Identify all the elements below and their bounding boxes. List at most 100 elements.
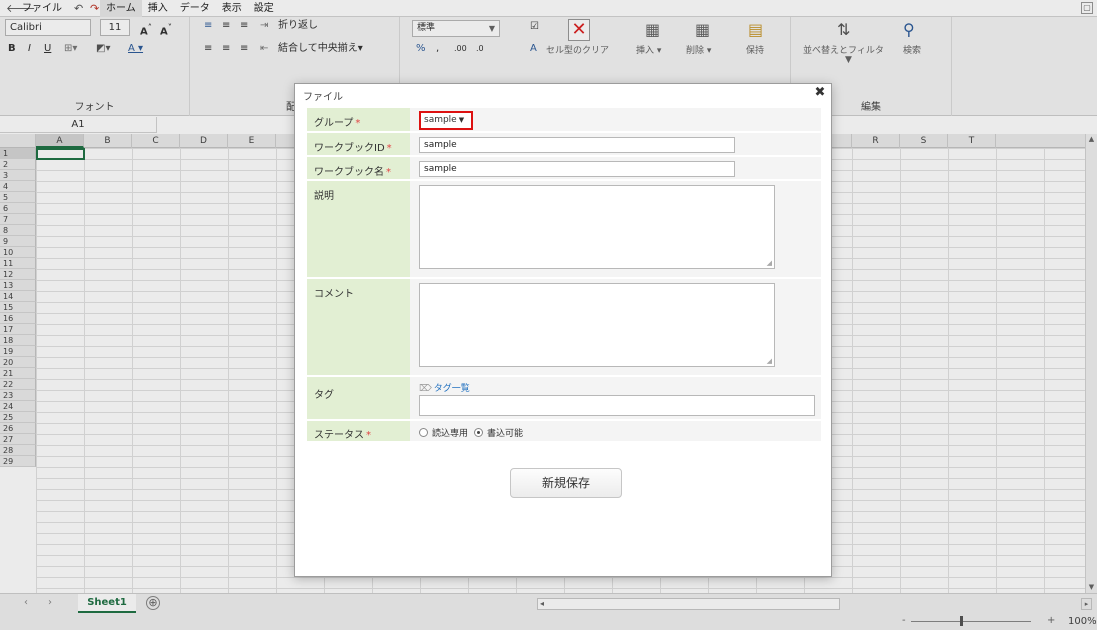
decrease-font-icon[interactable]: A˅ bbox=[160, 20, 172, 39]
tag-input[interactable] bbox=[419, 395, 815, 416]
group-select[interactable]: sample ▼ bbox=[419, 111, 473, 130]
clear-icon[interactable]: ✕ bbox=[568, 19, 590, 41]
align-bottom-icon[interactable]: ≡ bbox=[240, 19, 248, 33]
row-header[interactable]: 3 bbox=[0, 170, 36, 181]
close-icon[interactable]: ✖ bbox=[813, 86, 827, 100]
decrease-decimal-icon[interactable]: .0 bbox=[476, 42, 484, 56]
fill-color-icon[interactable]: ◩▾ bbox=[96, 42, 110, 56]
column-header[interactable]: A bbox=[36, 134, 84, 148]
font-name-select[interactable]: Calibri bbox=[5, 19, 91, 36]
column-header[interactable]: E bbox=[228, 134, 276, 148]
row-header[interactable]: 20 bbox=[0, 357, 36, 368]
row-header[interactable]: 6 bbox=[0, 203, 36, 214]
active-cell[interactable] bbox=[36, 148, 85, 160]
wrap-text-button[interactable]: 折り返し bbox=[278, 19, 318, 33]
increase-decimal-icon[interactable]: .00 bbox=[454, 42, 467, 56]
menu-home[interactable]: ホーム bbox=[100, 0, 142, 17]
resize-grip-icon[interactable]: ◢ bbox=[767, 357, 772, 365]
row-header[interactable]: 28 bbox=[0, 445, 36, 456]
italic-icon[interactable]: I bbox=[28, 42, 31, 56]
select-all-corner[interactable] bbox=[0, 134, 36, 148]
description-textarea[interactable]: ◢ bbox=[419, 185, 775, 269]
format-label[interactable]: 保持 bbox=[746, 43, 764, 56]
prev-sheet-icon[interactable]: ‹ bbox=[24, 597, 28, 608]
row-header[interactable]: 1 bbox=[0, 148, 36, 159]
row-header[interactable]: 13 bbox=[0, 280, 36, 291]
row-header[interactable]: 12 bbox=[0, 269, 36, 280]
delete-label[interactable]: 削除 ▾ bbox=[686, 43, 711, 56]
menu-view[interactable]: 表示 bbox=[216, 0, 248, 17]
row-header[interactable]: 4 bbox=[0, 181, 36, 192]
sort-filter-icon[interactable]: ⇅ bbox=[837, 20, 859, 42]
new-save-button[interactable]: 新規保存 bbox=[510, 468, 622, 498]
redo-icon[interactable]: ↷ bbox=[84, 0, 100, 17]
workbook-id-input[interactable]: sample bbox=[419, 137, 735, 153]
insert-label[interactable]: 挿入 ▾ bbox=[636, 43, 661, 56]
row-header[interactable]: 18 bbox=[0, 335, 36, 346]
column-header[interactable]: C bbox=[132, 134, 180, 148]
row-header[interactable]: 16 bbox=[0, 313, 36, 324]
back-arrow-icon[interactable]: 🡐 bbox=[0, 0, 36, 17]
sort-filter-chevron-icon[interactable]: ▼ bbox=[845, 55, 852, 65]
increase-font-icon[interactable]: A˄ bbox=[140, 20, 152, 39]
sort-filter-label[interactable]: 並べ替えとフィルタ bbox=[803, 43, 884, 56]
row-header[interactable]: 26 bbox=[0, 423, 36, 434]
bold-icon[interactable]: B bbox=[8, 42, 16, 56]
add-sheet-icon[interactable]: ⊕ bbox=[146, 596, 160, 610]
zoom-slider[interactable] bbox=[911, 621, 1031, 622]
delete-cells-icon[interactable]: ▦ bbox=[695, 20, 717, 42]
row-header[interactable]: 8 bbox=[0, 225, 36, 236]
resize-grip-icon[interactable]: ◢ bbox=[767, 259, 772, 267]
column-header[interactable]: D bbox=[180, 134, 228, 148]
merge-center-button[interactable]: 結合して中央揃え▾ bbox=[278, 42, 363, 56]
number-format-select[interactable]: 標準 ▼ bbox=[412, 20, 500, 37]
row-header[interactable]: 19 bbox=[0, 346, 36, 357]
font-color-icon[interactable]: A ▾ bbox=[128, 42, 143, 56]
row-header[interactable]: 2 bbox=[0, 159, 36, 170]
row-header[interactable]: 22 bbox=[0, 379, 36, 390]
percent-icon[interactable]: % bbox=[416, 42, 426, 56]
row-header[interactable]: 29 bbox=[0, 456, 36, 467]
row-header[interactable]: 21 bbox=[0, 368, 36, 379]
row-header[interactable]: 23 bbox=[0, 390, 36, 401]
zoom-in-button[interactable]: + bbox=[1047, 615, 1055, 626]
scroll-right-icon[interactable]: ▸ bbox=[1081, 598, 1092, 610]
search-label[interactable]: 検索 bbox=[903, 43, 921, 56]
scroll-up-icon[interactable]: ▲ bbox=[1086, 134, 1097, 145]
menu-data[interactable]: データ bbox=[174, 0, 216, 17]
read-only-label[interactable]: 読込専用 bbox=[432, 426, 468, 439]
scroll-left-icon[interactable]: ◂ bbox=[540, 599, 544, 609]
column-header[interactable]: R bbox=[852, 134, 900, 148]
column-header[interactable]: B bbox=[84, 134, 132, 148]
workbook-name-input[interactable]: sample bbox=[419, 161, 735, 177]
insert-cells-icon[interactable]: ▦ bbox=[645, 20, 667, 42]
horizontal-scrollbar[interactable]: ◂ bbox=[537, 598, 840, 610]
collapse-ribbon-icon[interactable]: ▢ bbox=[1081, 2, 1093, 14]
writable-label[interactable]: 書込可能 bbox=[487, 426, 523, 439]
column-header[interactable]: T bbox=[948, 134, 996, 148]
sheet-tab-sheet1[interactable]: Sheet1 bbox=[78, 594, 136, 613]
row-header[interactable]: 14 bbox=[0, 291, 36, 302]
row-header[interactable]: 24 bbox=[0, 401, 36, 412]
indent-icon[interactable]: ⇥ bbox=[260, 19, 268, 33]
border-icon[interactable]: ⊞▾ bbox=[64, 42, 77, 56]
row-header[interactable]: 25 bbox=[0, 412, 36, 423]
row-header[interactable]: 15 bbox=[0, 302, 36, 313]
binoculars-icon[interactable]: ⚲ bbox=[903, 20, 925, 42]
row-header[interactable]: 27 bbox=[0, 434, 36, 445]
menu-settings[interactable]: 設定 bbox=[248, 0, 280, 17]
vertical-scrollbar[interactable]: ▲ ▼ bbox=[1085, 134, 1097, 593]
column-header[interactable]: S bbox=[900, 134, 948, 148]
zoom-out-button[interactable]: - bbox=[902, 615, 906, 626]
align-left-icon[interactable]: ≡ bbox=[204, 42, 212, 56]
tag-list-link[interactable]: ⌦ タグ一覧 bbox=[419, 381, 470, 394]
menu-insert[interactable]: 挿入 bbox=[142, 0, 174, 17]
next-sheet-icon[interactable]: › bbox=[48, 597, 52, 608]
read-only-radio[interactable] bbox=[419, 428, 428, 437]
underline-icon[interactable]: U bbox=[44, 42, 51, 56]
checkbox-icon[interactable]: ☑ bbox=[530, 20, 539, 34]
align-top-icon[interactable]: ≡ bbox=[204, 19, 212, 33]
row-header[interactable]: 7 bbox=[0, 214, 36, 225]
name-box[interactable]: A1 bbox=[0, 117, 157, 133]
align-right-icon[interactable]: ≡ bbox=[240, 42, 248, 56]
